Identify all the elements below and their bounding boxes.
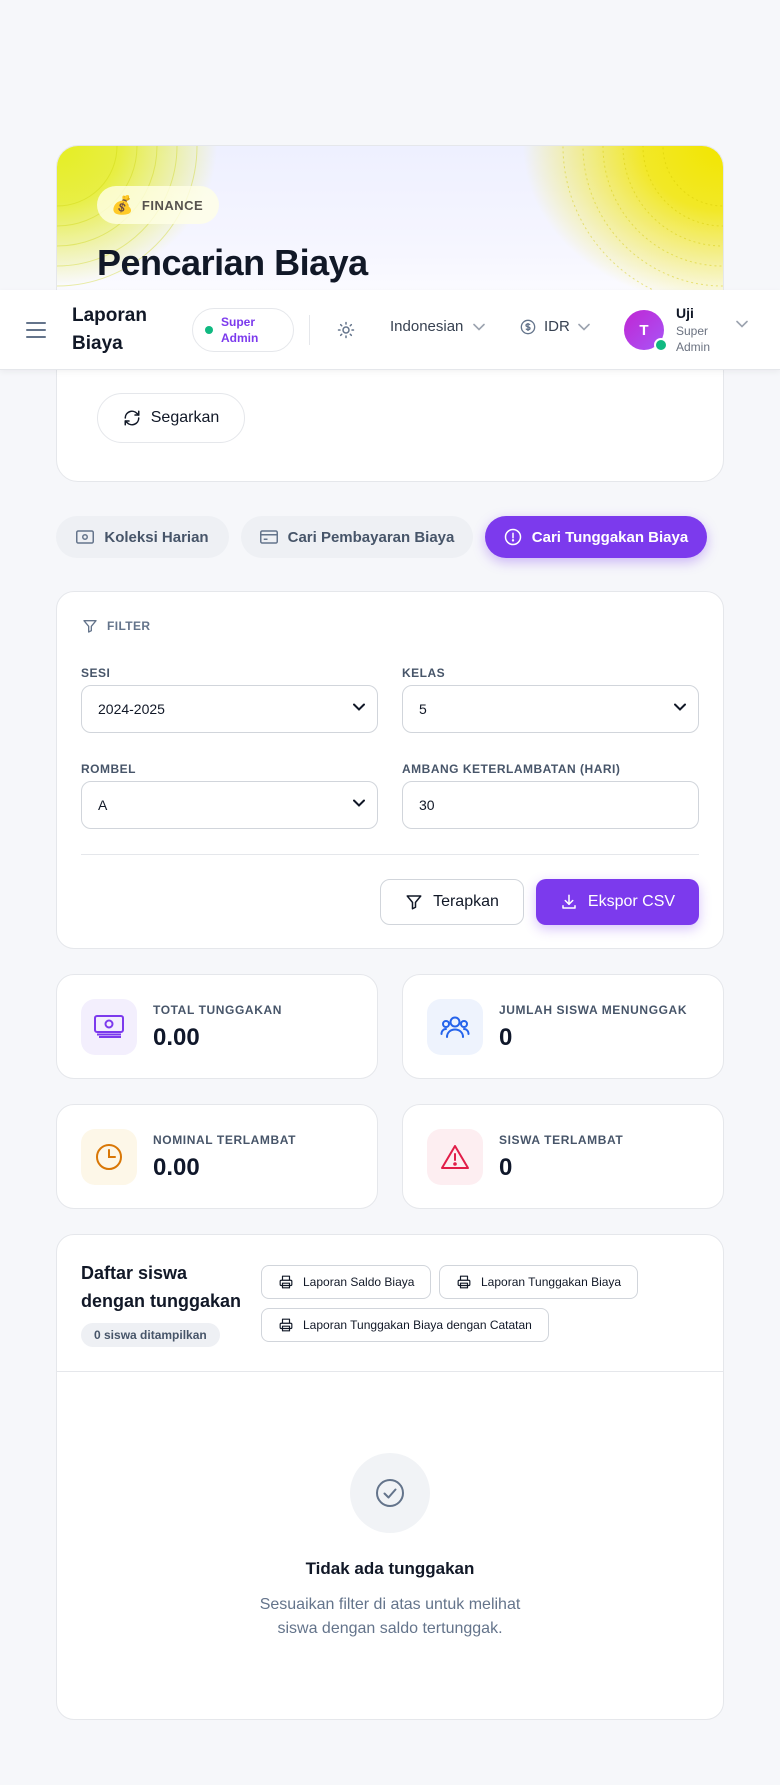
- session-value: 2024-2025: [98, 701, 165, 717]
- report-button-label: Laporan Saldo Biaya: [303, 1275, 415, 1289]
- stat-value: 0: [499, 1024, 513, 1051]
- tab-label: Koleksi Harian: [104, 528, 209, 546]
- class-select[interactable]: 5: [402, 685, 699, 733]
- refresh-button[interactable]: Segarkan: [97, 393, 245, 443]
- sun-icon[interactable]: [337, 321, 355, 339]
- report-arrears-button[interactable]: Laporan Tunggakan Biaya: [439, 1265, 639, 1299]
- report-button-label: Laporan Tunggakan Biaya dengan Catatan: [303, 1318, 532, 1332]
- top-bar: Laporan Biaya Super Admin Indonesian IDR…: [0, 290, 780, 370]
- filter-icon: [83, 620, 97, 633]
- empty-state-title: Tidak ada tunggakan: [305, 1559, 475, 1578]
- role-badge-label: Super Admin: [221, 315, 259, 345]
- stat-card-late-students: SISWA TERLAMBAT 0: [402, 1104, 724, 1209]
- group-select[interactable]: A: [81, 781, 378, 829]
- stat-value: 0.00: [153, 1154, 200, 1181]
- session-label: SESI: [81, 666, 111, 680]
- filter-heading: FILTER: [82, 618, 151, 634]
- user-menu-chevron-icon[interactable]: [736, 320, 748, 328]
- language-label: Indonesian: [390, 318, 464, 335]
- dollar-circle-icon: [520, 319, 536, 334]
- refresh-icon: [124, 410, 140, 426]
- section-badge: 💰 FINANCE: [97, 186, 220, 224]
- export-csv-button[interactable]: Ekspor CSV: [536, 879, 699, 925]
- page-title: Pencarian Biaya: [97, 242, 368, 283]
- stat-label: TOTAL TUNGGAKAN: [153, 1003, 282, 1017]
- online-indicator: [654, 338, 668, 352]
- class-value: 5: [419, 701, 427, 717]
- role-badge: Super Admin: [192, 308, 294, 352]
- user-name[interactable]: Uji: [676, 305, 694, 321]
- stat-card-late-amount: NOMINAL TERLAMBAT 0.00: [56, 1104, 378, 1209]
- printer-icon: [279, 1318, 293, 1332]
- chevron-down-icon: [353, 799, 365, 807]
- apply-label: Terapkan: [433, 893, 499, 910]
- divider: [81, 854, 699, 855]
- menu-icon[interactable]: [25, 320, 47, 340]
- tab-cari-tunggakan-biaya[interactable]: Cari Tunggakan Biaya: [485, 516, 707, 558]
- tab-label: Cari Tunggakan Biaya: [531, 528, 689, 546]
- empty-state-subtitle: Sesuaikan filter di atas untuk melihat s…: [259, 1596, 521, 1637]
- arrears-list-card: Daftar siswa dengan tunggakan 0 siswa di…: [56, 1234, 724, 1720]
- avatar[interactable]: T: [624, 310, 668, 352]
- users-icon: [427, 999, 483, 1055]
- stat-card-students-in-arrears: JUMLAH SISWA MENUNGGAK 0: [402, 974, 724, 1079]
- clock-icon: [81, 1129, 137, 1185]
- count-badge: 0 siswa ditampilkan: [81, 1323, 220, 1347]
- stat-card-total-arrears: TOTAL TUNGGAKAN 0.00: [56, 974, 378, 1079]
- tab-cari-pembayaran-biaya[interactable]: Cari Pembayaran Biaya: [241, 516, 473, 558]
- language-select[interactable]: Indonesian: [390, 318, 486, 335]
- stat-label: NOMINAL TERLAMBAT: [153, 1133, 297, 1147]
- check-circle-icon: [376, 1479, 404, 1507]
- filter-card: FILTER SESI 2024-2025 KELAS 5 ROMBEL A A…: [56, 591, 724, 949]
- apply-button[interactable]: Terapkan: [380, 879, 524, 925]
- session-select[interactable]: 2024-2025: [81, 685, 378, 733]
- banknote-icon: [81, 999, 137, 1055]
- tab-label: Cari Pembayaran Biaya: [287, 528, 455, 546]
- alert-circle-icon: [504, 528, 522, 546]
- report-arrears-notes-button[interactable]: Laporan Tunggakan Biaya dengan Catatan: [261, 1308, 549, 1342]
- printer-icon: [279, 1275, 293, 1289]
- refresh-label: Segarkan: [150, 409, 220, 426]
- filter-heading-label: FILTER: [107, 619, 151, 633]
- chevron-down-icon: [353, 703, 365, 711]
- threshold-label: AMBANG KETERLAMBATAN (HARI): [402, 762, 621, 776]
- empty-state-icon-wrap: [350, 1453, 430, 1533]
- money-bag-icon: 💰: [111, 194, 134, 215]
- stat-value: 0: [499, 1154, 513, 1181]
- export-label: Ekspor CSV: [587, 893, 676, 910]
- filter-icon: [406, 895, 422, 910]
- group-value: A: [98, 797, 108, 813]
- tab-koleksi-harian[interactable]: Koleksi Harian: [56, 516, 229, 558]
- divider: [57, 1371, 723, 1372]
- stat-label: SISWA TERLAMBAT: [499, 1133, 624, 1147]
- topbar-title: Laporan Biaya: [72, 305, 147, 354]
- chevron-down-icon: [578, 323, 590, 331]
- threshold-value: 30: [419, 797, 435, 813]
- section-badge-label: FINANCE: [141, 197, 204, 213]
- credit-card-icon: [259, 530, 278, 544]
- chevron-down-icon: [473, 323, 486, 331]
- stat-label: JUMLAH SISWA MENUNGGAK: [499, 1003, 688, 1017]
- status-dot: [205, 326, 213, 334]
- report-balance-button[interactable]: Laporan Saldo Biaya: [261, 1265, 432, 1299]
- download-icon: [562, 894, 576, 909]
- warning-triangle-icon: [427, 1129, 483, 1185]
- threshold-input[interactable]: 30: [402, 781, 699, 829]
- report-button-label: Laporan Tunggakan Biaya: [481, 1275, 622, 1289]
- chevron-down-icon: [674, 703, 686, 711]
- printer-icon: [457, 1275, 471, 1289]
- divider: [309, 315, 310, 345]
- avatar-initial: T: [639, 321, 649, 339]
- currency-label: IDR: [544, 318, 570, 335]
- stat-value: 0.00: [153, 1024, 200, 1051]
- cash-icon: [76, 530, 95, 544]
- currency-select[interactable]: IDR: [520, 318, 590, 335]
- user-role: Super Admin: [676, 324, 711, 354]
- list-title: Daftar siswa dengan tunggakan: [81, 1263, 242, 1311]
- class-label: KELAS: [402, 666, 446, 680]
- group-label: ROMBEL: [81, 762, 136, 776]
